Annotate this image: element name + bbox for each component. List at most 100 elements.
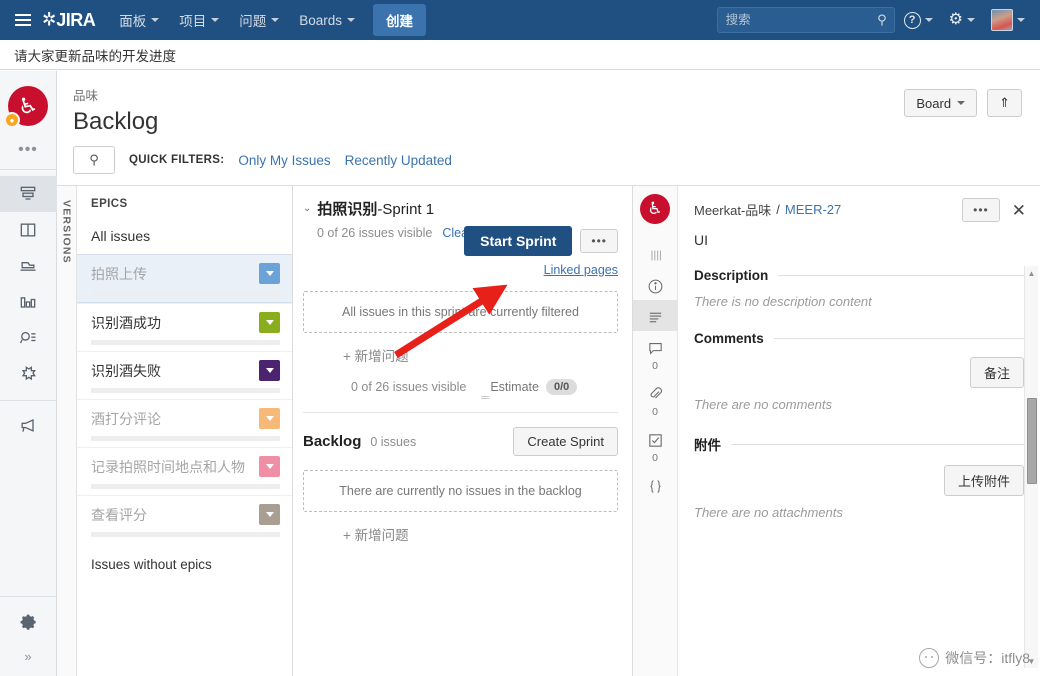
nav-item-issues[interactable]: 问题 — [229, 1, 289, 39]
quick-filter-recently-updated[interactable]: Recently Updated — [345, 153, 452, 168]
chevron-down-icon — [957, 101, 966, 105]
collapse-header-button[interactable]: ⇑ — [987, 89, 1022, 117]
sidebar-item-releases[interactable] — [0, 248, 57, 284]
nav-label: 面板 — [119, 14, 147, 29]
epic-progress-bar — [91, 436, 280, 441]
epic-item-2[interactable]: 识别酒失败 — [77, 351, 292, 399]
filter-search-button[interactable]: ⚲ — [73, 146, 115, 174]
chevron-down-icon — [271, 18, 280, 22]
epic-row-top: 识别酒成功 — [91, 312, 280, 333]
detail-header-actions: ••• ✕ — [962, 198, 1026, 222]
breadcrumb[interactable]: 品味 — [73, 85, 1024, 104]
sidebar-item-announcement[interactable] — [0, 407, 57, 443]
upload-attachment-button[interactable]: 上传附件 — [943, 465, 1024, 496]
help-button[interactable]: ? — [897, 6, 940, 35]
detail-drag-handle-icon[interactable] — [633, 238, 678, 269]
sidebar-item-backlog[interactable] — [0, 176, 57, 212]
nav-label: 问题 — [239, 14, 267, 29]
comments-empty-text: There are no comments — [694, 397, 833, 412]
nav-item-projects[interactable]: 项目 — [169, 1, 229, 39]
sprint-footer: 0 of 26 issues visible Estimate 0/0 — [303, 365, 618, 395]
epics-panel: VERSIONS EPICS All issues 拍照上传 识别酒成功 识别酒… — [57, 186, 293, 676]
sprint-title-prefix: 拍照识别 — [317, 201, 378, 218]
create-sprint-button[interactable]: Create Sprint — [513, 427, 618, 456]
rail-bottom-group: » — [0, 596, 56, 676]
detail-checklist-icon[interactable]: 0 — [633, 423, 678, 469]
nav-item-boards[interactable]: Boards — [289, 4, 365, 37]
sidebar-item-reports[interactable] — [0, 284, 57, 320]
sidebar-item-board[interactable] — [0, 212, 57, 248]
epic-item-4[interactable]: 记录拍照时间地点和人物 — [77, 447, 292, 495]
detail-breadcrumb-issue-key[interactable]: MEER-27 — [785, 202, 841, 217]
sidebar-item-settings[interactable] — [0, 605, 57, 641]
epic-all-issues[interactable]: All issues — [77, 220, 292, 254]
page-header: 品味 Backlog Board ⇑ ⚲ QUICK FILTERS: Only… — [57, 71, 1040, 185]
project-more-icon[interactable]: ••• — [0, 141, 56, 169]
detail-attachments-count: 0 — [652, 406, 658, 418]
epics-header: EPICS — [91, 198, 128, 210]
epic-name: 识别酒失败 — [91, 362, 161, 379]
epic-item-5[interactable]: 查看评分 — [77, 495, 292, 543]
project-sidebar: ♿ ● ••• » — [0, 71, 57, 676]
close-icon[interactable]: ✕ — [1012, 202, 1026, 219]
hamburger-menu-icon[interactable] — [8, 8, 38, 32]
sprint-collapse-icon[interactable]: ⌄ — [303, 203, 311, 214]
detail-description-icon[interactable] — [632, 300, 678, 331]
detail-more-button[interactable]: ••• — [962, 198, 1000, 222]
description-empty-text[interactable]: There is no description content — [694, 294, 1024, 309]
epic-dropdown-icon[interactable] — [259, 504, 280, 525]
nav-item-dashboards[interactable]: 面板 — [109, 1, 169, 39]
sprint-more-button[interactable]: ••• — [580, 229, 618, 253]
epic-name: 酒打分评论 — [91, 410, 161, 427]
quick-filter-only-my-issues[interactable]: Only My Issues — [238, 153, 330, 168]
sprint-add-issue-button[interactable]: + 新增问题 — [303, 333, 618, 365]
create-button[interactable]: 创建 — [373, 4, 427, 36]
profile-button[interactable] — [984, 3, 1032, 37]
settings-button[interactable]: ⚙ — [942, 6, 982, 34]
detail-info-icon[interactable] — [633, 269, 678, 300]
chevron-down-icon — [347, 18, 356, 22]
detail-icon-rail: ♿ 0 0 0 — [632, 186, 678, 676]
sprint-title-suffix: -Sprint 1 — [377, 201, 435, 218]
epic-row-top: 查看评分 — [91, 504, 280, 525]
scroll-down-arrow-icon[interactable]: ▼ — [1025, 654, 1038, 668]
epic-row-top: 拍照上传 — [91, 263, 280, 284]
quick-filters-bar: ⚲ QUICK FILTERS: Only My Issues Recently… — [73, 146, 1024, 185]
epic-item-0[interactable]: 拍照上传 — [77, 254, 292, 303]
epic-dropdown-icon[interactable] — [259, 456, 280, 477]
versions-tab[interactable]: VERSIONS — [57, 186, 77, 676]
sidebar-item-addons[interactable] — [0, 356, 57, 392]
backlog-add-issue-button[interactable]: + 新增问题 — [303, 512, 618, 544]
sidebar-item-issues[interactable] — [0, 320, 57, 356]
chevron-down-icon — [211, 18, 220, 22]
epic-dropdown-icon[interactable] — [259, 312, 280, 333]
start-sprint-button[interactable]: Start Sprint — [464, 226, 573, 256]
comments-header: Comments — [694, 331, 1024, 346]
detail-comments-icon[interactable]: 0 — [633, 331, 678, 377]
scroll-up-arrow-icon[interactable]: ▲ — [1025, 266, 1038, 280]
global-search[interactable]: ⚲ — [716, 7, 895, 33]
jira-logo[interactable]: ✲ JIRA — [42, 9, 96, 31]
detail-code-icon[interactable] — [633, 469, 678, 500]
project-avatar-wrap: ♿ ● — [0, 71, 56, 141]
epic-dropdown-icon[interactable] — [259, 263, 280, 284]
sidebar-expand-icon[interactable]: » — [0, 641, 56, 676]
attachments-action-row: 上传附件 — [694, 465, 1024, 496]
detail-scrollbar[interactable]: ▲ ▼ — [1024, 266, 1038, 668]
sprint-header: ⌄ 拍照识别-Sprint 1 — [303, 198, 618, 219]
epic-progress-bar — [91, 291, 280, 296]
epic-dropdown-icon[interactable] — [259, 360, 280, 381]
search-icon: ⚲ — [89, 152, 99, 167]
scrollbar-thumb[interactable] — [1027, 398, 1037, 484]
epic-dropdown-icon[interactable] — [259, 408, 280, 429]
epic-item-3[interactable]: 酒打分评论 — [77, 399, 292, 447]
detail-attachments-icon[interactable]: 0 — [633, 377, 678, 423]
chevron-down-icon — [1017, 18, 1025, 22]
board-dropdown-button[interactable]: Board — [904, 89, 978, 117]
add-comment-button[interactable]: 备注 — [969, 357, 1024, 388]
epic-issues-without-epics[interactable]: Issues without epics — [77, 543, 292, 582]
search-input[interactable] — [725, 13, 866, 27]
epic-item-1[interactable]: 识别酒成功 — [77, 303, 292, 351]
wine-glass-icon: ♿ — [15, 91, 41, 120]
linked-pages-link[interactable]: Linked pages — [544, 263, 618, 277]
